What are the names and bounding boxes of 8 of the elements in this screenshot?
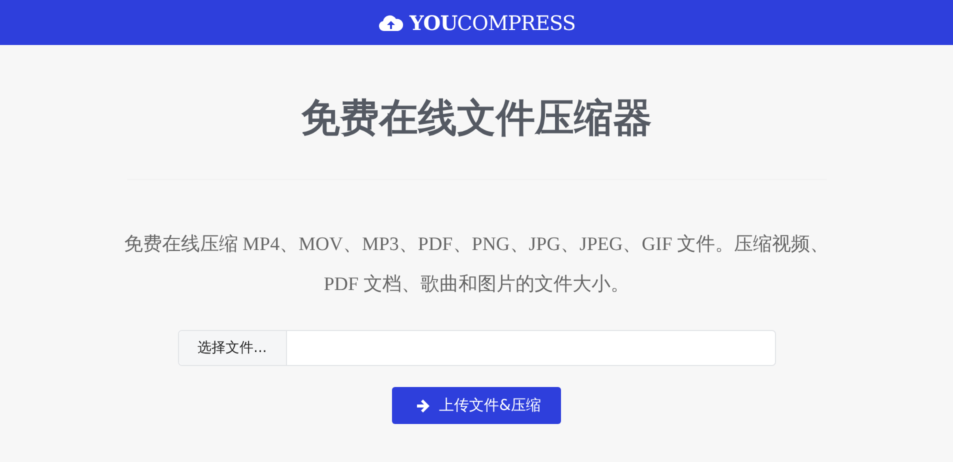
file-input[interactable]: 选择文件... <box>178 330 776 366</box>
page-title: 免费在线文件压缩器 <box>301 95 652 143</box>
upload-compress-button[interactable]: 上传文件&压缩 <box>392 387 561 424</box>
description-text: 免费在线压缩 MP4、MOV、MP3、PDF、PNG、JPG、JPEG、GIF 文件。压缩视频、PDF 文档、歌曲和图片的文件大小。 <box>122 233 830 297</box>
site-logo[interactable]: YOUCOMPRESS <box>410 10 576 34</box>
choose-file-button[interactable]: 选择文件... <box>178 331 287 365</box>
arrow-right-icon <box>416 398 430 412</box>
cloud-upload-icon <box>378 12 404 32</box>
